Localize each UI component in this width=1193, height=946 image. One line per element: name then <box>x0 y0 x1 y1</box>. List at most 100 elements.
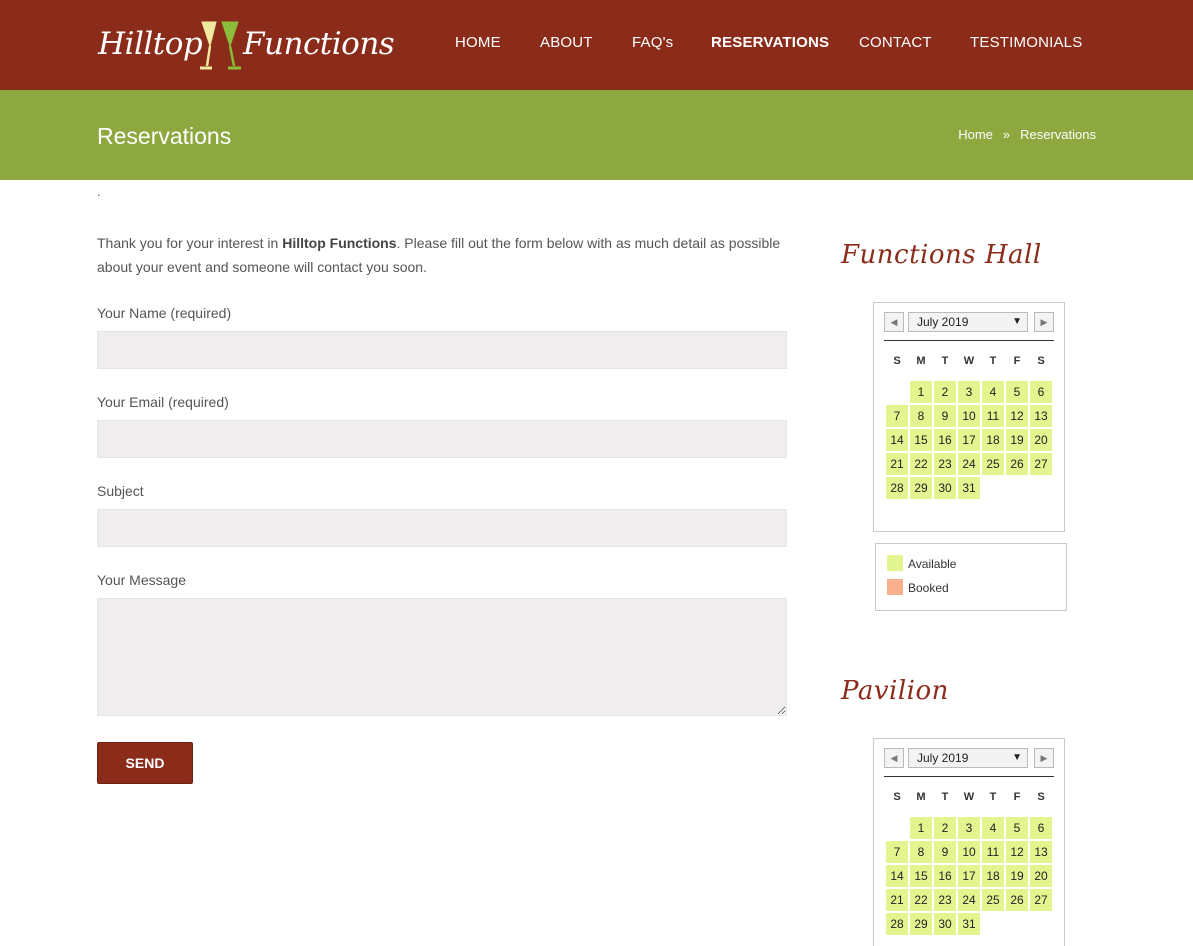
calendar-day[interactable]: 21 <box>886 889 908 911</box>
calendar-day[interactable]: 31 <box>958 477 980 499</box>
calendar-day[interactable]: 28 <box>886 477 908 499</box>
next-month-icon[interactable]: ▶ <box>1034 748 1054 768</box>
prev-month-icon[interactable]: ◀ <box>884 748 904 768</box>
calendar-day[interactable]: 30 <box>934 477 956 499</box>
calendar-day[interactable]: 27 <box>1030 889 1052 911</box>
calendar-day[interactable]: 7 <box>886 405 908 427</box>
nav-reservations[interactable]: RESERVATIONS <box>711 34 829 51</box>
month-select[interactable]: July 2019 ▼ <box>908 312 1028 332</box>
message-label: Your Message <box>97 572 186 588</box>
message-textarea[interactable] <box>97 598 787 716</box>
weekday-header: M <box>916 355 926 367</box>
calendar-day[interactable]: 21 <box>886 453 908 475</box>
calendar-day[interactable]: 28 <box>886 913 908 935</box>
calendar-day[interactable]: 5 <box>1006 817 1028 839</box>
weekday-header: F <box>1013 791 1021 803</box>
nav-about[interactable]: ABOUT <box>540 34 593 51</box>
calendar-day[interactable]: 1 <box>910 817 932 839</box>
calendar-day[interactable]: 7 <box>886 841 908 863</box>
calendar-day[interactable]: 14 <box>886 429 908 451</box>
calendar-day[interactable]: 17 <box>958 865 980 887</box>
calendar-day[interactable]: 29 <box>910 477 932 499</box>
weekday-header: M <box>916 791 926 803</box>
calendar-day[interactable]: 31 <box>958 913 980 935</box>
calendar-day[interactable]: 11 <box>982 405 1004 427</box>
calendar-day[interactable]: 11 <box>982 841 1004 863</box>
month-select[interactable]: July 2019 ▼ <box>908 748 1028 768</box>
next-month-icon[interactable]: ▶ <box>1034 312 1054 332</box>
calendar-day[interactable]: 19 <box>1006 429 1028 451</box>
calendar-day[interactable]: 27 <box>1030 453 1052 475</box>
pavilion-title: Pavilion <box>841 676 949 706</box>
breadcrumb-home[interactable]: Home <box>958 127 993 142</box>
pavilion-calendar: ◀ July 2019 ▼ ▶ S M T W T F S 1 2 3 4 5 6 7 8 9 10 11 12 13 1… <box>873 738 1065 946</box>
send-button[interactable]: SEND <box>97 742 193 784</box>
calendar-day[interactable]: 2 <box>934 817 956 839</box>
calendar-day[interactable]: 6 <box>1030 381 1052 403</box>
functions-hall-calendar: ◀ July 2019 ▼ ▶ S M T W T F S 1 2 3 4 5 6 7 8 9 10 11 12 13 1… <box>873 302 1065 532</box>
calendar-day[interactable]: 22 <box>910 889 932 911</box>
calendar-day[interactable]: 8 <box>910 405 932 427</box>
nav-contact[interactable]: CONTACT <box>859 34 932 51</box>
calendar-day[interactable]: 10 <box>958 841 980 863</box>
month-select-value: July 2019 <box>917 315 969 329</box>
nav-faqs[interactable]: FAQ's <box>632 34 673 51</box>
calendar-day[interactable]: 5 <box>1006 381 1028 403</box>
page-title: Reservations <box>97 123 232 149</box>
calendar-header: ◀ July 2019 ▼ ▶ <box>884 748 1054 768</box>
site-header: Hilltop Functions HOME ABOUT FAQ's RESER… <box>0 0 1193 90</box>
subject-input[interactable] <box>97 509 787 547</box>
calendar-day[interactable]: 18 <box>982 429 1004 451</box>
calendar-day[interactable]: 16 <box>934 865 956 887</box>
calendar-day[interactable]: 29 <box>910 913 932 935</box>
weekday-header: T <box>989 791 997 803</box>
month-select-value: July 2019 <box>917 751 969 765</box>
calendar-day[interactable]: 9 <box>934 405 956 427</box>
calendar-day[interactable]: 24 <box>958 453 980 475</box>
calendar-day[interactable]: 17 <box>958 429 980 451</box>
calendar-day[interactable]: 20 <box>1030 865 1052 887</box>
calendar-day[interactable]: 14 <box>886 865 908 887</box>
calendar-day[interactable]: 4 <box>982 817 1004 839</box>
calendar-day[interactable]: 30 <box>934 913 956 935</box>
calendar-day[interactable]: 8 <box>910 841 932 863</box>
nav-testimonials[interactable]: TESTIMONIALS <box>970 34 1082 51</box>
calendar-day[interactable]: 25 <box>982 453 1004 475</box>
calendar-day[interactable]: 13 <box>1030 405 1052 427</box>
calendar-day[interactable]: 3 <box>958 817 980 839</box>
name-input[interactable] <box>97 331 787 369</box>
calendar-day[interactable]: 20 <box>1030 429 1052 451</box>
weekday-header: S <box>1037 355 1045 367</box>
nav-home[interactable]: HOME <box>455 34 501 51</box>
calendar-day[interactable]: 12 <box>1006 405 1028 427</box>
weekday-header: W <box>963 355 975 367</box>
calendar-day[interactable]: 4 <box>982 381 1004 403</box>
prev-month-icon[interactable]: ◀ <box>884 312 904 332</box>
calendar-day[interactable]: 19 <box>1006 865 1028 887</box>
calendar-day[interactable]: 26 <box>1006 453 1028 475</box>
calendar-day[interactable]: 23 <box>934 889 956 911</box>
calendar-day[interactable]: 13 <box>1030 841 1052 863</box>
calendar-day[interactable]: 15 <box>910 865 932 887</box>
calendar-header: ◀ July 2019 ▼ ▶ <box>884 312 1054 332</box>
calendar-day[interactable]: 9 <box>934 841 956 863</box>
breadcrumb-separator: » <box>1002 127 1011 142</box>
weekday-header: T <box>941 791 949 803</box>
calendar-day[interactable]: 26 <box>1006 889 1028 911</box>
calendar-day[interactable]: 3 <box>958 381 980 403</box>
calendar-day[interactable]: 16 <box>934 429 956 451</box>
calendar-day[interactable]: 23 <box>934 453 956 475</box>
calendar-day[interactable]: 10 <box>958 405 980 427</box>
calendar-day[interactable]: 22 <box>910 453 932 475</box>
calendar-day[interactable]: 2 <box>934 381 956 403</box>
calendar-day[interactable]: 12 <box>1006 841 1028 863</box>
calendar-day[interactable]: 1 <box>910 381 932 403</box>
calendar-day[interactable]: 15 <box>910 429 932 451</box>
email-input[interactable] <box>97 420 787 458</box>
calendar-day[interactable]: 25 <box>982 889 1004 911</box>
calendar-day[interactable]: 24 <box>958 889 980 911</box>
calendar-day[interactable]: 6 <box>1030 817 1052 839</box>
calendar-day[interactable]: 18 <box>982 865 1004 887</box>
chevron-down-icon: ▼ <box>1012 752 1022 763</box>
availability-legend: Available Booked <box>875 543 1067 611</box>
